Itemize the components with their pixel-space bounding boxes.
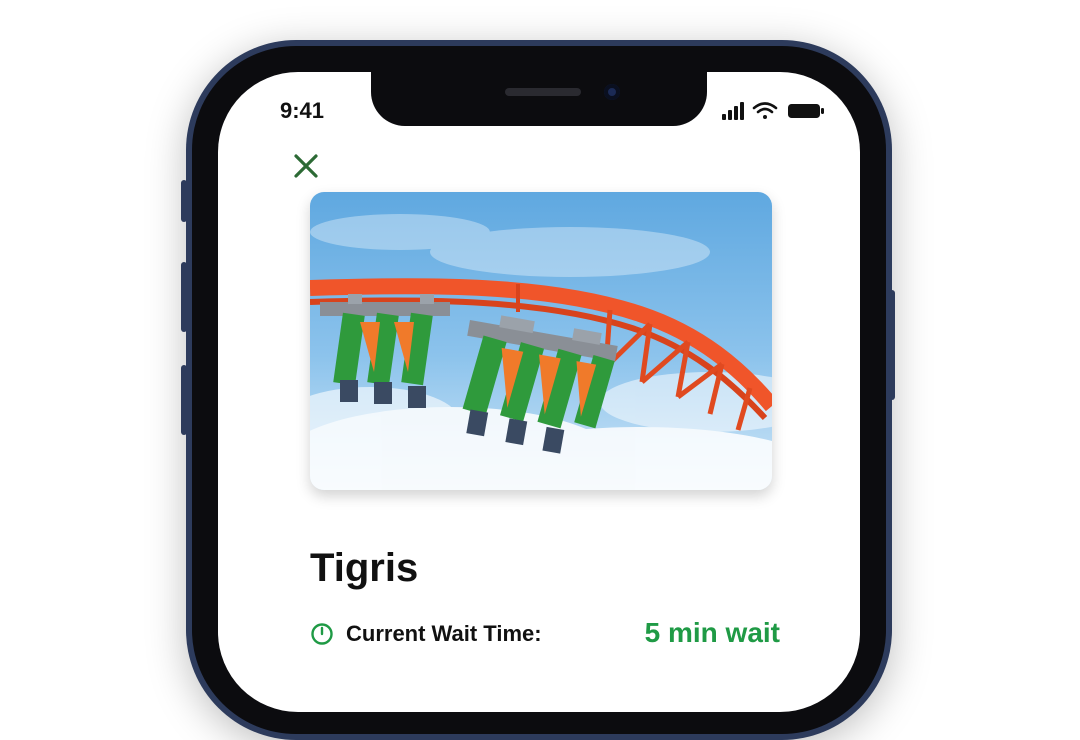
earpiece-speaker [505,88,581,96]
side-button-power [889,290,895,400]
wait-time-label: Current Wait Time: [346,621,542,646]
status-icons [722,100,832,122]
wait-time-row: Current Wait Time: 5 min wait [310,617,780,651]
side-button-silent [181,180,187,222]
status-time: 9:41 [280,98,325,123]
front-camera [604,84,620,100]
close-icon [294,154,318,178]
ride-name: Tigris [310,546,419,590]
timer-icon [311,623,333,645]
wifi-icon [752,102,778,119]
app-screen: 9:41 Tigris Current Wait Time: 5 min wai… [218,72,860,712]
close-button[interactable] [290,150,322,182]
wait-time-value: 5 min wait [644,617,780,648]
side-button-volume-up [181,262,187,332]
battery-icon [788,104,824,118]
side-button-volume-down [181,365,187,435]
ride-photo [310,192,772,490]
notch [371,72,707,126]
cellular-signal-icon [722,102,744,120]
